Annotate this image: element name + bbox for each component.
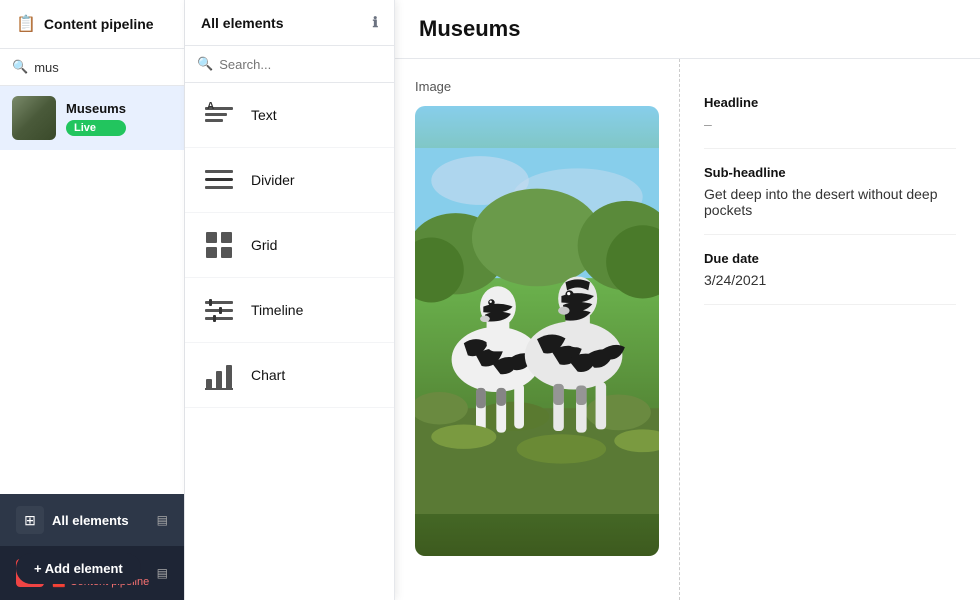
element-item-text[interactable]: A Text bbox=[185, 83, 394, 148]
chevron-right-icon-2: ▤ bbox=[157, 566, 168, 580]
duedate-value: 3/24/2021 bbox=[704, 272, 956, 288]
divider-label: Divider bbox=[251, 172, 295, 188]
panel-search-input[interactable] bbox=[219, 57, 382, 72]
content-area: Image bbox=[395, 59, 980, 600]
headline-label: Headline bbox=[704, 95, 956, 110]
item-thumbnail bbox=[12, 96, 56, 140]
sidebar-item-all-elements[interactable]: ⊞ All elements ▤ bbox=[0, 494, 184, 546]
element-item-grid[interactable]: Grid bbox=[185, 213, 394, 278]
all-elements-label: All elements bbox=[52, 513, 157, 528]
panel-search-icon: 🔍 bbox=[197, 56, 213, 72]
info-icon[interactable]: ℹ bbox=[373, 14, 378, 31]
all-elements-text: All elements bbox=[44, 513, 157, 528]
chevron-right-icon: ▤ bbox=[157, 513, 168, 527]
svg-text:A: A bbox=[207, 101, 214, 112]
text-icon: A bbox=[201, 97, 237, 133]
sidebar-title: Content pipeline bbox=[44, 16, 154, 32]
app-icon: 📋 bbox=[16, 14, 36, 34]
grid-label: Grid bbox=[251, 237, 277, 253]
sidebar: 📋 Content pipeline 🔍 Museums Live ⊞ All … bbox=[0, 0, 185, 600]
text-label: Text bbox=[251, 107, 277, 123]
search-icon: 🔍 bbox=[12, 59, 28, 75]
add-element-button[interactable]: + Add element bbox=[16, 553, 141, 584]
panel-search[interactable]: 🔍 bbox=[185, 46, 394, 83]
list-item[interactable]: Museums Live bbox=[0, 86, 184, 150]
panel-elements: A Text Divider bbox=[185, 83, 394, 600]
element-item-chart[interactable]: Chart bbox=[185, 343, 394, 408]
image-label: Image bbox=[415, 79, 659, 94]
panel-title: All elements bbox=[201, 15, 283, 31]
element-item-timeline[interactable]: Timeline bbox=[185, 278, 394, 343]
main-content: Museums Image bbox=[395, 0, 980, 600]
item-thumb-image bbox=[12, 96, 56, 140]
chart-label: Chart bbox=[251, 367, 285, 383]
subheadline-field: Sub-headline Get deep into the desert wi… bbox=[704, 149, 956, 235]
page-title: Museums bbox=[419, 16, 956, 42]
main-header: Museums bbox=[395, 0, 980, 59]
search-bar[interactable]: 🔍 bbox=[0, 49, 184, 86]
sidebar-bottom: ⊞ All elements ▤ ▦ Record list 🟥 Content… bbox=[0, 494, 184, 600]
image-section: Image bbox=[395, 59, 680, 600]
subheadline-label: Sub-headline bbox=[704, 165, 956, 180]
item-name: Museums bbox=[66, 101, 126, 116]
zebra-image bbox=[415, 106, 659, 556]
headline-value: – bbox=[704, 116, 956, 132]
duedate-field: Due date 3/24/2021 bbox=[704, 235, 956, 305]
timeline-label: Timeline bbox=[251, 302, 303, 318]
grid-icon bbox=[201, 227, 237, 263]
sidebar-header: 📋 Content pipeline bbox=[0, 0, 184, 49]
timeline-icon bbox=[201, 292, 237, 328]
chart-icon bbox=[201, 357, 237, 393]
search-input[interactable] bbox=[34, 60, 172, 75]
all-elements-icon: ⊞ bbox=[16, 506, 44, 534]
panel-header: All elements ℹ bbox=[185, 0, 394, 46]
element-item-divider[interactable]: Divider bbox=[185, 148, 394, 213]
item-info: Museums Live bbox=[66, 101, 126, 136]
meta-section: Headline – Sub-headline Get deep into th… bbox=[680, 59, 980, 600]
duedate-label: Due date bbox=[704, 251, 956, 266]
subheadline-value: Get deep into the desert without deep po… bbox=[704, 186, 956, 218]
headline-field: Headline – bbox=[704, 79, 956, 149]
divider-icon bbox=[201, 162, 237, 198]
status-badge: Live bbox=[66, 120, 126, 136]
add-element-panel: All elements ℹ 🔍 A Text bbox=[185, 0, 395, 600]
